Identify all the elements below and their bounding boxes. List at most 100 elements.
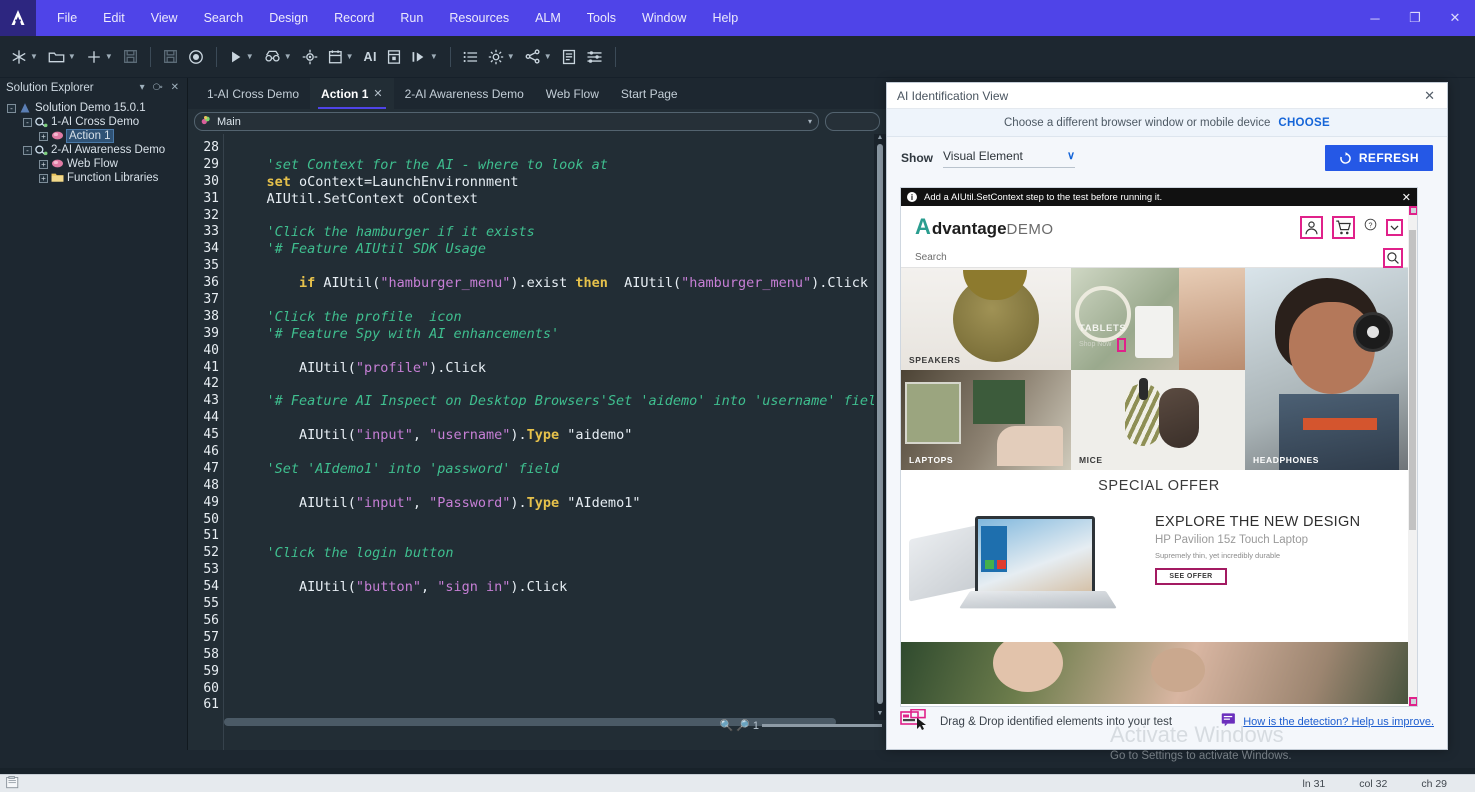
chevron-down-icon[interactable]: ▼: [30, 53, 38, 61]
code-line[interactable]: AIUtil("button", "sign in").Click: [234, 579, 886, 596]
code-line[interactable]: [234, 681, 886, 698]
code-line[interactable]: [234, 613, 886, 630]
chevron-down-icon[interactable]: ▼: [507, 53, 515, 61]
tree-item[interactable]: +Web Flow: [3, 157, 187, 171]
chevron-down-icon[interactable]: ▼: [544, 53, 552, 61]
code-line[interactable]: AIUtil.SetContext oContext: [234, 191, 886, 208]
settings-gear-icon[interactable]: ▼: [483, 42, 520, 72]
code-line[interactable]: AIUtil("input", "username").Type "aidemo…: [234, 427, 886, 444]
code-line[interactable]: [234, 697, 886, 714]
code-line[interactable]: [234, 528, 886, 545]
tree-expander[interactable]: +: [39, 160, 48, 169]
close-icon[interactable]: ✕: [1418, 88, 1441, 104]
menu-item-help[interactable]: Help: [699, 0, 751, 36]
record-icon[interactable]: [183, 42, 209, 72]
code-line[interactable]: [234, 208, 886, 225]
menu-item-design[interactable]: Design: [256, 0, 321, 36]
add-icon[interactable]: ▼: [81, 42, 118, 72]
close-icon[interactable]: ✕: [167, 82, 183, 93]
scope-dropdown[interactable]: Main ▾: [194, 112, 819, 131]
code-content[interactable]: 'set Context for the AI - where to look …: [224, 134, 886, 750]
code-line[interactable]: [234, 376, 886, 393]
code-line[interactable]: AIUtil("input", "Password").Type "AIdemo…: [234, 495, 886, 512]
zoom-out-icon[interactable]: 🔎: [736, 719, 750, 732]
code-line[interactable]: '# Feature Spy with AI enhancements': [234, 326, 886, 343]
menu-item-view[interactable]: View: [138, 0, 191, 36]
member-dropdown[interactable]: [825, 112, 880, 131]
editor-tab[interactable]: Start Page: [610, 78, 689, 109]
status-doc-icon[interactable]: [6, 776, 21, 792]
close-icon[interactable]: ✕: [373, 87, 382, 100]
uft-logo-icon[interactable]: [0, 0, 36, 36]
tree-expander[interactable]: -: [23, 118, 32, 127]
restore-button[interactable]: ❐: [1395, 0, 1435, 36]
spy-icon[interactable]: ▼: [259, 42, 297, 72]
task-list-icon[interactable]: [458, 42, 483, 72]
menu-item-edit[interactable]: Edit: [90, 0, 138, 36]
code-line[interactable]: 'set Context for the AI - where to look …: [234, 157, 886, 174]
code-editor[interactable]: 2829303132333435363738394041424344454647…: [188, 134, 886, 750]
chevron-down-icon[interactable]: ▼: [105, 53, 113, 61]
refresh-button[interactable]: REFRESH: [1325, 145, 1433, 171]
search-input-placeholder[interactable]: Search: [915, 252, 947, 263]
dropdown-menu-icon[interactable]: ▾: [136, 82, 149, 93]
share-icon[interactable]: ▼: [520, 42, 557, 72]
feedback-icon[interactable]: [1221, 712, 1236, 732]
scroll-up-arrow-icon[interactable]: ▲: [874, 134, 886, 144]
editor-tab[interactable]: 2-AI Awareness Demo: [394, 78, 535, 109]
tree-expander[interactable]: -: [23, 146, 32, 155]
tree-expander[interactable]: +: [39, 132, 48, 141]
category-tile-tablets[interactable]: TABLETS Shop Now: [1071, 268, 1245, 370]
object-repository-icon[interactable]: [382, 42, 406, 72]
close-icon[interactable]: ✕: [1402, 191, 1411, 204]
tree-expander[interactable]: -: [7, 104, 16, 113]
category-tile-mice[interactable]: MICE: [1071, 370, 1245, 470]
checkpoint-icon[interactable]: ▼: [323, 42, 359, 72]
close-button[interactable]: ✕: [1435, 0, 1475, 36]
code-line[interactable]: 'Click the profile icon: [234, 309, 886, 326]
tree-expander[interactable]: +: [39, 174, 48, 183]
code-line[interactable]: 'Set 'AIdemo1' into 'password' field: [234, 461, 886, 478]
chevron-down-icon[interactable]: ▼: [346, 53, 354, 61]
editor-vertical-scrollbar[interactable]: ▲ ▼: [874, 134, 886, 720]
preview-scroll-thumb[interactable]: [1409, 230, 1416, 530]
code-line[interactable]: [234, 140, 886, 157]
menu-item-tools[interactable]: Tools: [574, 0, 629, 36]
minimize-button[interactable]: ─: [1355, 0, 1395, 36]
editor-tab[interactable]: Action 1✕: [310, 78, 394, 109]
new-solution-icon[interactable]: ▼: [6, 42, 43, 72]
category-cta[interactable]: Shop Now: [1079, 341, 1111, 348]
tree-item[interactable]: +Action 1: [3, 129, 187, 143]
code-line[interactable]: 'Click the hamburger if it exists: [234, 224, 886, 241]
code-line[interactable]: [234, 596, 886, 613]
tree-item[interactable]: -Solution Demo 15.0.1: [3, 101, 187, 115]
menu-item-search[interactable]: Search: [191, 0, 257, 36]
menu-item-file[interactable]: File: [44, 0, 90, 36]
code-line[interactable]: [234, 630, 886, 647]
chevron-down-icon[interactable]: ▼: [68, 53, 76, 61]
report-icon[interactable]: [557, 42, 581, 72]
run-icon[interactable]: ▼: [224, 42, 259, 72]
code-line[interactable]: '# Feature AI Inspect on Desktop Browser…: [234, 393, 886, 410]
code-line[interactable]: [234, 647, 886, 664]
code-line[interactable]: '# Feature AIUtil SDK Usage: [234, 241, 886, 258]
code-line[interactable]: if AIUtil("hamburger_menu").exist then A…: [234, 275, 886, 292]
code-line[interactable]: [234, 444, 886, 461]
code-line[interactable]: [234, 664, 886, 681]
zoom-slider[interactable]: [762, 724, 882, 727]
chevron-down-icon[interactable]: ▼: [430, 53, 438, 61]
chevron-down-icon[interactable]: ▼: [284, 53, 292, 61]
ai-icon[interactable]: AI: [359, 42, 382, 72]
step-into-icon[interactable]: ▼: [406, 42, 443, 72]
code-line[interactable]: set oContext=LaunchEnvironnment: [234, 174, 886, 191]
tree-item[interactable]: -2-AI Awareness Demo: [3, 143, 187, 157]
menu-item-window[interactable]: Window: [629, 0, 699, 36]
tree-item[interactable]: +Function Libraries: [3, 171, 187, 185]
code-line[interactable]: [234, 562, 886, 579]
code-line[interactable]: [234, 512, 886, 529]
pin-icon[interactable]: ⧂: [149, 82, 167, 93]
editor-zoom-control[interactable]: 🔍 🔎 1: [719, 719, 882, 732]
code-line[interactable]: AIUtil("profile").Click: [234, 360, 886, 377]
menu-item-record[interactable]: Record: [321, 0, 387, 36]
code-line[interactable]: [234, 478, 886, 495]
